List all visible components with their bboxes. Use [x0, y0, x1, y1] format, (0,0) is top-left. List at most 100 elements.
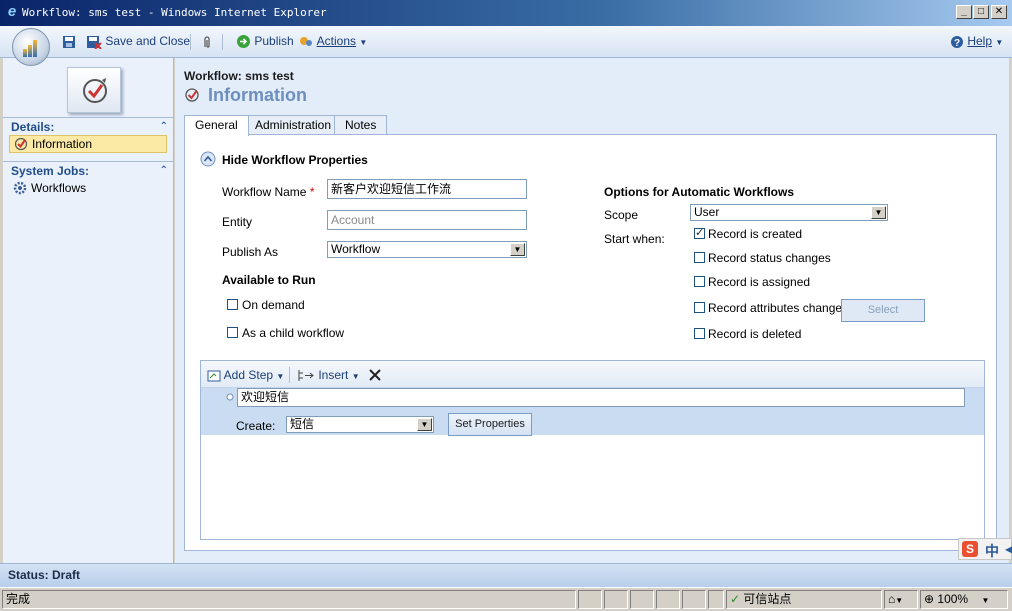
- set-properties-button[interactable]: Set Properties: [448, 413, 532, 436]
- tab-notes[interactable]: Notes: [334, 115, 388, 135]
- actions-icon: [300, 37, 312, 47]
- security-zone[interactable]: ✓ 可信站点: [726, 590, 882, 609]
- required-marker: *: [309, 185, 315, 199]
- dropdown-arrow-icon[interactable]: ▼: [871, 206, 886, 219]
- form-main-area: Workflow: sms test Information General A…: [175, 58, 1009, 563]
- insert-icon: [298, 370, 314, 382]
- nav-item-workflows-label: Workflows: [31, 181, 87, 195]
- browser-status-text: 完成: [2, 590, 576, 609]
- trigger-checkbox[interactable]: [694, 328, 705, 339]
- toolbar-divider: [289, 367, 290, 383]
- information-icon: [14, 137, 28, 151]
- nav-section-system-jobs[interactable]: System Jobs: ⌃: [3, 161, 174, 179]
- maximize-button[interactable]: □: [973, 5, 989, 19]
- step-name-field[interactable]: 欢迎短信: [237, 388, 965, 407]
- workflow-entity-icon: [67, 67, 121, 113]
- record-status-bar: Status: Draft: [0, 563, 1012, 587]
- trigger-checkbox[interactable]: [694, 302, 705, 313]
- save-and-close-label: Save and Close: [105, 34, 191, 48]
- on-demand-checkbox[interactable]: [227, 299, 238, 310]
- zoom-button[interactable]: ⊕ 100% ▼: [920, 590, 1008, 609]
- start-when-label: Start when:: [604, 232, 665, 246]
- nav-item-workflows[interactable]: Workflows: [9, 180, 167, 198]
- window-title: Workflow: sms test - Windows Internet Ex…: [22, 6, 327, 19]
- chevron-down-icon: ▼: [276, 372, 285, 381]
- collapse-icon[interactable]: ⌃: [160, 162, 168, 180]
- chevron-down-icon: ▼: [351, 372, 360, 381]
- protected-mode-button[interactable]: ⌂▼: [884, 590, 918, 609]
- publish-as-select[interactable]: Workflow ▼: [327, 241, 527, 258]
- dropdown-arrow-icon[interactable]: ▼: [417, 418, 432, 431]
- dropdown-arrow-icon[interactable]: ▼: [510, 243, 525, 256]
- security-zone-label: 可信站点: [743, 592, 792, 606]
- minimize-button[interactable]: _: [956, 5, 972, 19]
- publish-label: Publish: [254, 34, 294, 48]
- child-workflow-label: As a child workflow: [242, 326, 345, 340]
- left-navigation: Details: ⌃ Information System Jobs: ⌃ Wo…: [3, 58, 174, 563]
- add-step-icon: [207, 370, 221, 382]
- save-close-icon: [87, 35, 102, 49]
- trigger-label: Record is created: [708, 227, 803, 241]
- workflow-name-label-text: Workflow Name: [222, 185, 307, 199]
- sogou-icon: S: [962, 541, 978, 557]
- ime-arrow-icon: ◀: [1005, 542, 1012, 556]
- steps-toolbar: Add Step ▼ Insert ▼: [201, 361, 984, 388]
- trigger-checkbox[interactable]: [694, 252, 705, 263]
- close-window-button[interactable]: ✕: [991, 5, 1007, 19]
- help-icon: ?: [951, 35, 963, 49]
- general-tab-panel: Hide Workflow Properties Workflow Name *…: [184, 134, 997, 551]
- chevron-down-icon: ▼: [895, 596, 904, 605]
- actions-menu[interactable]: Actions ▼: [298, 33, 367, 51]
- scope-select[interactable]: User ▼: [690, 204, 888, 221]
- attach-button[interactable]: [202, 33, 212, 51]
- zoom-level: 100%: [937, 592, 969, 606]
- nav-item-information[interactable]: Information: [9, 135, 167, 153]
- hide-workflow-properties-link[interactable]: Hide Workflow Properties: [222, 153, 368, 167]
- publish-icon: [237, 35, 250, 49]
- ie-logo-icon: e: [7, 3, 17, 20]
- chevron-down-icon: ▼: [359, 38, 368, 47]
- collapse-section-icon[interactable]: [200, 151, 216, 167]
- entity-label: Entity: [222, 215, 253, 229]
- paperclip-icon: [204, 36, 210, 48]
- nav-section-system-jobs-label: System Jobs:: [11, 164, 90, 178]
- tab-administration[interactable]: Administration: [244, 115, 343, 135]
- browser-status-bar: 完成 ✓ 可信站点 ⌂▼ ⊕ 100% ▼: [0, 587, 1012, 611]
- information-title-icon: [185, 88, 199, 102]
- trigger-checkbox[interactable]: ✓: [694, 228, 705, 239]
- crm-app-button[interactable]: [12, 28, 50, 66]
- nav-section-details[interactable]: Details: ⌃: [3, 117, 174, 135]
- window-title-bar: e Workflow: sms test - Windows Internet …: [0, 0, 1012, 26]
- on-demand-label: On demand: [242, 298, 305, 312]
- tab-general[interactable]: General: [184, 115, 249, 136]
- trigger-label: Record is deleted: [708, 327, 802, 341]
- create-label: Create:: [236, 419, 276, 433]
- insert-menu[interactable]: Insert ▼: [297, 367, 360, 385]
- workflow-name-field[interactable]: 新客户欢迎短信工作流: [327, 179, 527, 199]
- child-workflow-checkbox[interactable]: [227, 327, 238, 338]
- trigger-label: Record attributes change: [708, 301, 843, 315]
- help-menu[interactable]: ? Help ▼: [950, 33, 1003, 51]
- delete-x-icon[interactable]: [368, 368, 382, 382]
- automatic-options-title: Options for Automatic Workflows: [604, 185, 795, 199]
- create-entity-value: 短信: [290, 417, 315, 431]
- trigger-label: Record is assigned: [708, 275, 811, 289]
- publish-button[interactable]: Publish: [236, 33, 294, 51]
- toolbar-divider: [190, 34, 191, 50]
- add-step-menu[interactable]: Add Step ▼: [207, 367, 284, 385]
- svg-text:?: ?: [954, 38, 960, 49]
- chevron-down-icon: ▼: [995, 38, 1004, 47]
- trigger-checkbox[interactable]: [694, 276, 705, 287]
- available-to-run-title: Available to Run: [222, 273, 316, 287]
- collapse-icon[interactable]: ⌃: [160, 118, 168, 136]
- create-entity-select[interactable]: 短信 ▼: [286, 416, 434, 433]
- insert-label: Insert: [318, 368, 349, 382]
- workflows-gear-icon: [13, 181, 27, 195]
- checkmark-icon: ✓: [730, 592, 741, 606]
- save-button[interactable]: [62, 33, 76, 51]
- form-toolbar: Save and Close Publish Actions ▼ ? Help …: [0, 26, 1012, 66]
- ime-mode: 中: [985, 543, 999, 559]
- select-attributes-button[interactable]: Select: [841, 299, 925, 322]
- ime-toolbar[interactable]: S 中 ◀: [958, 538, 1012, 560]
- save-and-close-button[interactable]: Save and Close: [86, 33, 190, 51]
